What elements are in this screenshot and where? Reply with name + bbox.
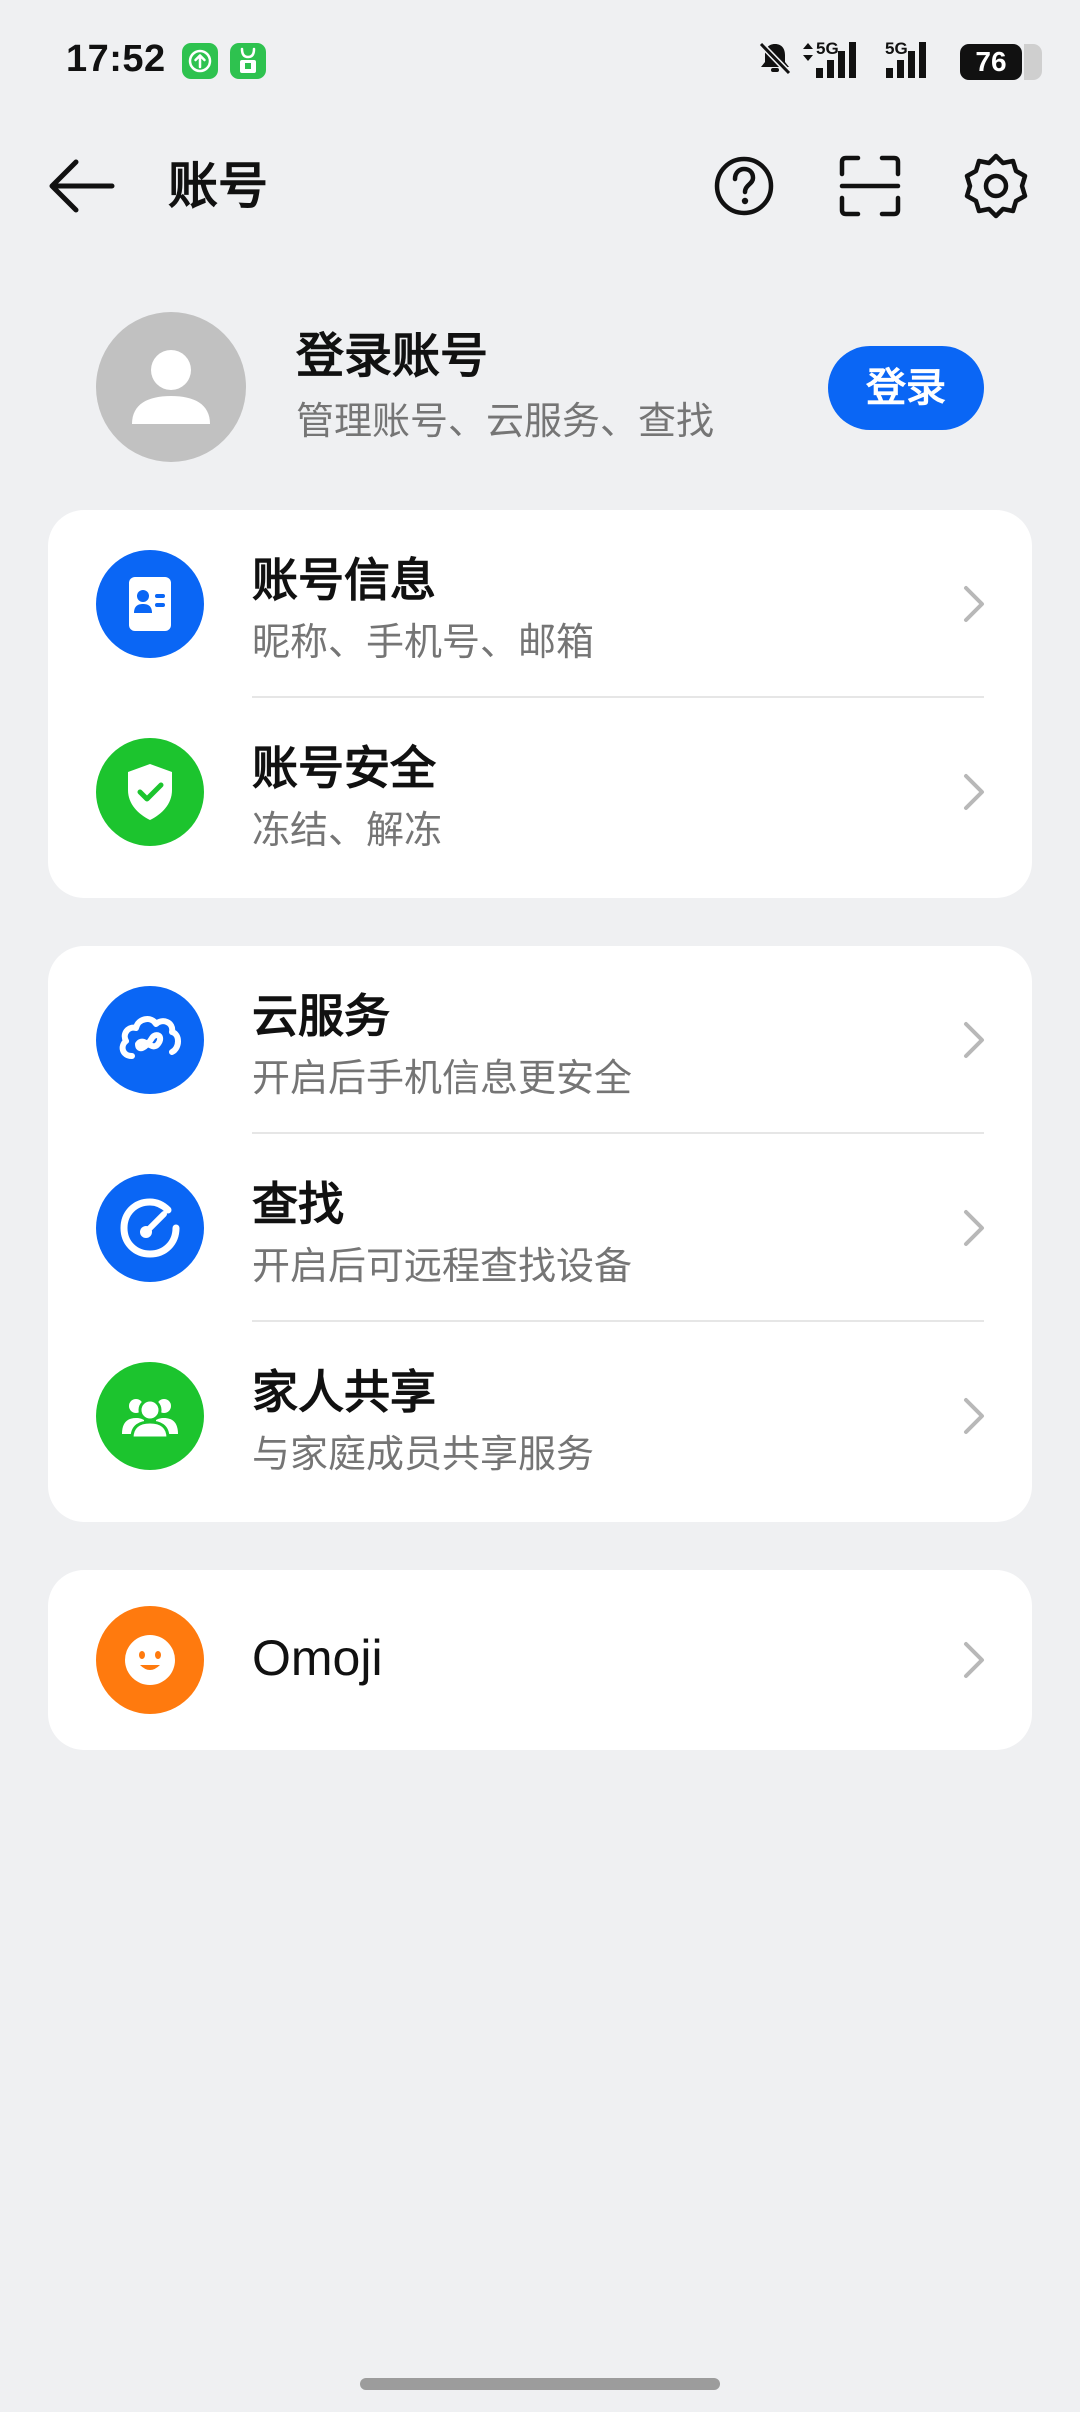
- row-subtitle: 开启后可远程查找设备: [252, 1244, 633, 1288]
- list-item-find[interactable]: 查找 开启后可远程查找设备: [48, 1134, 1032, 1322]
- row-title: Omoji: [252, 1630, 383, 1686]
- list-item-omoji[interactable]: Omoji: [48, 1570, 1032, 1750]
- back-button[interactable]: [40, 152, 124, 220]
- app-bar: 账号: [0, 124, 1080, 248]
- account-header[interactable]: 登录账号 管理账号、云服务、查找 登录: [0, 300, 1080, 476]
- default-avatar-icon: [132, 350, 210, 424]
- omoji-card: Omoji: [48, 1570, 1032, 1750]
- upload-notification-icon: [182, 43, 218, 79]
- data-transfer-icon: [803, 43, 813, 61]
- login-button[interactable]: 登录: [828, 346, 984, 430]
- account-card: 账号信息 昵称、手机号、邮箱 账号安全 冻结、解冻: [48, 510, 1032, 898]
- list-item-cloud-service[interactable]: 云服务 开启后手机信息更安全: [48, 946, 1032, 1134]
- signal-icon-2: [886, 42, 926, 78]
- scan-button[interactable]: [834, 150, 906, 222]
- home-indicator[interactable]: [360, 2378, 720, 2390]
- cloud-icon: [96, 986, 204, 1094]
- services-card: 云服务 开启后手机信息更安全 查找 开启后可远程查找设备 家人共享 与家庭成员共…: [48, 946, 1032, 1522]
- list-item-account-info[interactable]: 账号信息 昵称、手机号、邮箱: [48, 510, 1032, 698]
- back-arrow-icon: [49, 159, 115, 213]
- chevron-right-icon: [964, 586, 984, 622]
- contact-card-icon: [96, 550, 204, 658]
- row-subtitle: 冻结、解冻: [252, 808, 443, 852]
- row-subtitle: 昵称、手机号、邮箱: [252, 620, 595, 664]
- status-bar: 17:52 5G 5G 76: [0, 0, 1080, 124]
- gear-icon: [964, 153, 1028, 219]
- find-device-icon: [96, 1174, 204, 1282]
- signal-icon-1: [816, 42, 856, 78]
- status-icons: 5G 5G 76: [750, 0, 1080, 124]
- family-icon: [96, 1362, 204, 1470]
- status-time: 17:52: [66, 38, 166, 80]
- login-subtitle: 管理账号、云服务、查找: [296, 399, 715, 443]
- battery-level: 76: [975, 46, 1007, 77]
- row-title: 家人共享: [252, 1365, 436, 1419]
- list-item-family-sharing[interactable]: 家人共享 与家庭成员共享服务: [48, 1322, 1032, 1510]
- help-icon: [714, 156, 774, 216]
- chevron-right-icon: [964, 1398, 984, 1434]
- page-title: 账号: [168, 157, 268, 215]
- chevron-right-icon: [964, 774, 984, 810]
- avatar[interactable]: [96, 312, 246, 462]
- list-item-account-security[interactable]: 账号安全 冻结、解冻: [48, 698, 1032, 886]
- row-title: 账号信息: [252, 553, 436, 607]
- chevron-right-icon: [964, 1022, 984, 1058]
- store-notification-icon: [230, 43, 266, 79]
- scan-icon: [839, 155, 901, 217]
- help-button[interactable]: [708, 150, 780, 222]
- chevron-right-icon: [964, 1210, 984, 1246]
- row-subtitle: 开启后手机信息更安全: [252, 1056, 633, 1100]
- smiley-icon: [96, 1606, 204, 1714]
- battery-icon: 76: [960, 44, 1042, 80]
- login-title: 登录账号: [296, 328, 489, 384]
- row-title: 云服务: [252, 989, 390, 1043]
- mute-icon: [758, 41, 792, 76]
- row-title: 查找: [252, 1177, 344, 1231]
- settings-button[interactable]: [960, 150, 1032, 222]
- chevron-right-icon: [964, 1642, 984, 1678]
- row-subtitle: 与家庭成员共享服务: [252, 1432, 595, 1476]
- row-title: 账号安全: [252, 741, 436, 795]
- shield-check-icon: [96, 738, 204, 846]
